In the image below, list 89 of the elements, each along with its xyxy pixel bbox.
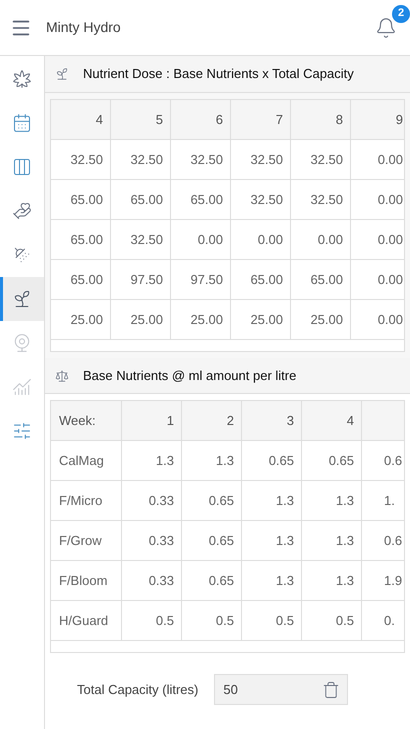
table-cell: 65.00: [51, 180, 111, 219]
table-cell: 32.50: [231, 180, 291, 219]
column-header: 6: [171, 100, 231, 139]
table-cell: 0.6: [362, 441, 404, 480]
table-cell: 0.33: [122, 561, 182, 600]
table-cell: 65.00: [231, 260, 291, 299]
sliders-icon: [12, 421, 32, 441]
table-cell: 1.9: [362, 561, 404, 600]
table-cell: 0.5: [242, 601, 302, 640]
column-header: Week:: [51, 401, 122, 440]
row-label: H/Guard: [51, 601, 122, 640]
sidebar-item[interactable]: [0, 277, 44, 321]
notification-badge: 2: [392, 4, 410, 22]
table-cell: 32.50: [51, 140, 111, 179]
table-cell: 32.50: [171, 140, 231, 179]
table-cell: 65.00: [51, 260, 111, 299]
table-cell: 0.65: [302, 441, 362, 480]
row-label: CalMag: [51, 441, 122, 480]
scale-icon: [55, 368, 69, 382]
table-cell: 0.65: [182, 481, 242, 520]
table-cell: 32.50: [111, 140, 171, 179]
row-label: F/Bloom: [51, 561, 122, 600]
table-cell: 1.3: [302, 521, 362, 560]
cannabis-icon: [12, 69, 32, 89]
row-label: F/Grow: [51, 521, 122, 560]
table-cell: 0.: [362, 601, 404, 640]
table-cell: 65.00: [51, 220, 111, 259]
section-title: Nutrient Dose : Base Nutrients x Total Capacity: [83, 65, 354, 84]
table-cell: 1.3: [122, 441, 182, 480]
table-cell: 1.: [362, 481, 404, 520]
app-title: Minty Hydro: [46, 18, 121, 37]
column-header: 1: [122, 401, 182, 440]
columns-icon: [12, 157, 32, 177]
table-cell: 25.00: [111, 300, 171, 339]
trash-icon[interactable]: [322, 680, 340, 698]
table-cell: 0.00: [171, 220, 231, 259]
table-cell: 25.00: [231, 300, 291, 339]
table-cell: 1.3: [242, 521, 302, 560]
table-cell: 0.00: [351, 140, 404, 179]
table-cell: 25.00: [51, 300, 111, 339]
column-header: 4: [302, 401, 362, 440]
table-cell: 0.33: [122, 481, 182, 520]
table-cell: 1.3: [302, 481, 362, 520]
table-cell: 25.00: [171, 300, 231, 339]
capacity-field[interactable]: 50: [214, 674, 348, 705]
table-cell: 0.00: [351, 220, 404, 259]
table-cell: 32.50: [291, 140, 351, 179]
table-cell: 97.50: [171, 260, 231, 299]
column-header: 2: [182, 401, 242, 440]
table-cell: 0.00: [231, 220, 291, 259]
table-cell: 0.65: [242, 441, 302, 480]
table-cell: 65.00: [291, 260, 351, 299]
table-cell: 0.00: [351, 300, 404, 339]
table-cell: 0.00: [351, 180, 404, 219]
table-cell: 32.50: [231, 140, 291, 179]
notifications-button[interactable]: [374, 16, 398, 40]
table-cell: 0.65: [182, 561, 242, 600]
section-title: Base Nutrients @ ml amount per litre: [83, 366, 296, 385]
table-cell: 32.50: [291, 180, 351, 219]
column-header: 9: [351, 100, 404, 139]
table-cell: 1.3: [242, 561, 302, 600]
table-cell: 0.5: [182, 601, 242, 640]
table-cell: 0.5: [122, 601, 182, 640]
table-cell: 65.00: [111, 180, 171, 219]
table-cell: 0.00: [351, 260, 404, 299]
table-cell: 0.65: [182, 521, 242, 560]
chart-icon: [12, 377, 32, 397]
calendar-icon: [12, 113, 32, 133]
table-cell: 0.00: [291, 220, 351, 259]
table-cell: 1.3: [242, 481, 302, 520]
webcam-icon: [12, 333, 32, 353]
table-cell: 1.3: [302, 561, 362, 600]
table-cell: 1.3: [182, 441, 242, 480]
column-header: 8: [291, 100, 351, 139]
table-cell: 0.33: [122, 521, 182, 560]
table-cell: 65.00: [171, 180, 231, 219]
table-cell: 0.6: [362, 521, 404, 560]
sprout-icon: [55, 67, 69, 81]
column-header: 4: [51, 100, 111, 139]
table-cell: 32.50: [111, 220, 171, 259]
column-header: 7: [231, 100, 291, 139]
sprout-icon: [12, 289, 32, 309]
table-cell: 25.00: [291, 300, 351, 339]
table-cell: 97.50: [111, 260, 171, 299]
column-header: 3: [242, 401, 302, 440]
row-label: F/Micro: [51, 481, 122, 520]
column-header: 5: [111, 100, 171, 139]
table-cell: 0.5: [302, 601, 362, 640]
capacity-label: Total Capacity (litres): [77, 680, 198, 699]
